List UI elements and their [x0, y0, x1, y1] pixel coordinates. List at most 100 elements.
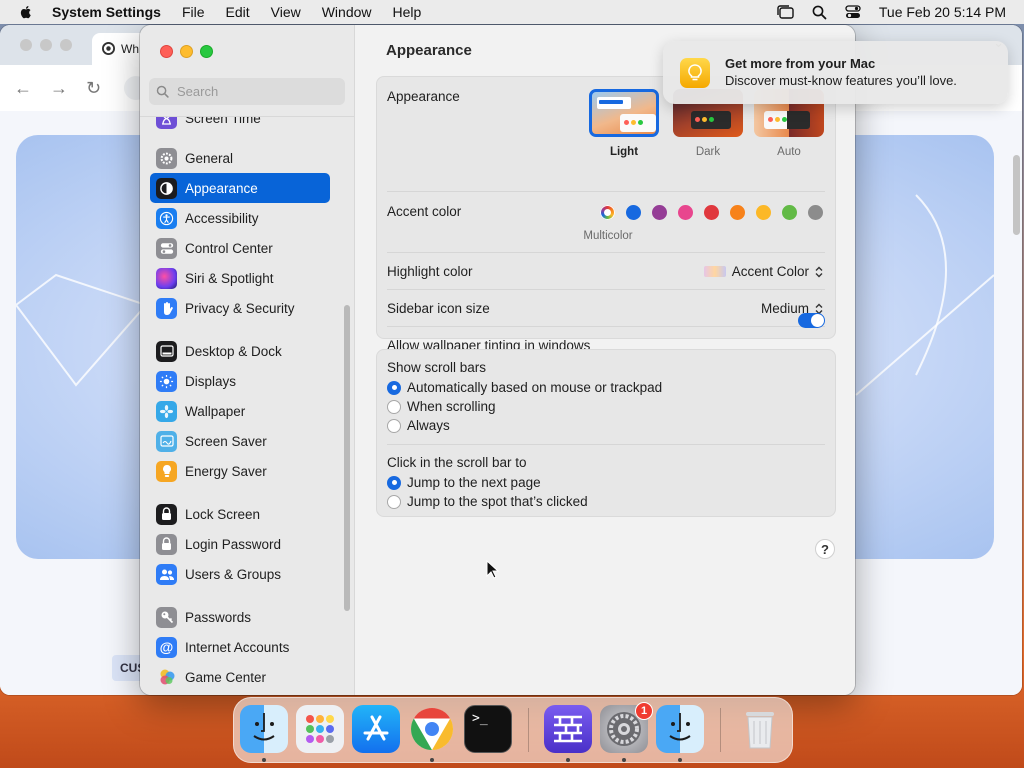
- hourglass-icon: [156, 117, 177, 129]
- browser-minimize-button[interactable]: [40, 39, 52, 51]
- accent-swatch-purple[interactable]: [652, 205, 667, 220]
- sun-icon: [156, 370, 177, 392]
- control-center-icon: [156, 237, 177, 259]
- chevron-updown-icon: [815, 266, 823, 277]
- browser-scrollbar[interactable]: [1013, 155, 1020, 235]
- sidebar-search-field[interactable]: Search: [149, 78, 345, 105]
- sidebar-item-energy-saver[interactable]: Energy Saver: [150, 456, 330, 486]
- notification-banner[interactable]: Get more from your Mac Discover must-kno…: [663, 41, 1008, 104]
- dock-chrome-icon[interactable]: [408, 705, 456, 753]
- accent-swatch-yellow[interactable]: [756, 205, 771, 220]
- sidebar-item-general[interactable]: General: [150, 143, 330, 173]
- sidebar-item-accessibility[interactable]: Accessibility: [150, 203, 330, 233]
- divider: [387, 252, 825, 253]
- dock-app-store-icon[interactable]: [352, 705, 400, 753]
- menu-help[interactable]: Help: [393, 4, 422, 20]
- forward-arrow-icon[interactable]: →: [50, 78, 68, 99]
- radio-button[interactable]: [387, 399, 401, 414]
- dock-launchpad-icon[interactable]: [296, 705, 344, 753]
- sidebar-item-privacy-security[interactable]: Privacy & Security: [150, 293, 330, 323]
- window-close-button[interactable]: [160, 45, 173, 58]
- sidebar-item-passwords[interactable]: Passwords: [150, 602, 330, 632]
- users-icon: [156, 563, 177, 585]
- menu-window[interactable]: Window: [322, 4, 372, 20]
- click-scroll-option-next-page[interactable]: Jump to the next page: [387, 475, 541, 490]
- dock-finder-icon[interactable]: [240, 705, 288, 753]
- control-center-icon[interactable]: [845, 5, 861, 19]
- divider: [387, 326, 825, 327]
- appearance-label: Appearance: [387, 89, 460, 104]
- sidebar-item-desktop-dock[interactable]: Desktop & Dock: [150, 336, 330, 366]
- sidebar-item-internet-accounts[interactable]: @ Internet Accounts: [150, 632, 330, 662]
- menu-file[interactable]: File: [182, 4, 205, 20]
- divider: [387, 191, 825, 192]
- dock-terminal-icon[interactable]: >_: [464, 705, 512, 753]
- notification-body: Discover must-know features you’ll love.: [725, 73, 957, 88]
- dock-icon: [156, 340, 177, 362]
- accent-swatch-multicolor[interactable]: [600, 205, 615, 220]
- window-zoom-button[interactable]: [200, 45, 213, 58]
- appearance-caption-auto: Auto: [777, 146, 801, 158]
- stage-manager-icon[interactable]: [776, 5, 794, 19]
- scroll-bars-option-auto[interactable]: Automatically based on mouse or trackpad: [387, 380, 662, 395]
- dock-wireshark-icon[interactable]: [544, 705, 592, 753]
- notification-title: Get more from your Mac: [725, 56, 876, 71]
- menu-clock[interactable]: Tue Feb 20 5:14 PM: [879, 4, 1006, 20]
- click-scroll-option-spot[interactable]: Jump to the spot that’s clicked: [387, 494, 588, 509]
- radio-button[interactable]: [387, 380, 401, 395]
- sidebar-item-label: Siri & Spotlight: [185, 270, 274, 286]
- dock-separator: [528, 708, 529, 752]
- sidebar-item-label: Accessibility: [185, 210, 259, 226]
- scroll-bars-option-scrolling[interactable]: When scrolling: [387, 399, 496, 414]
- sidebar-scrollbar[interactable]: [344, 305, 350, 611]
- sidebar-item-control-center[interactable]: Control Center: [150, 233, 330, 263]
- lock-icon: [156, 533, 177, 555]
- sidebar-item-screen-time[interactable]: Screen Time: [150, 117, 330, 133]
- sidebar-item-users-groups[interactable]: Users & Groups: [150, 559, 330, 589]
- scroll-bars-group: Show scroll bars Automatically based on …: [376, 349, 836, 517]
- browser-tab-title: Wh: [121, 42, 139, 56]
- dock-finder-icon[interactable]: [656, 705, 704, 753]
- spotlight-search-icon[interactable]: [812, 5, 827, 20]
- reload-icon[interactable]: ↻: [86, 78, 101, 99]
- accent-swatch-blue[interactable]: [626, 205, 641, 220]
- divider: [387, 444, 825, 445]
- menu-edit[interactable]: Edit: [226, 4, 250, 20]
- settings-content: Appearance Appearance Light Dark Auto Ac…: [356, 25, 855, 695]
- apple-menu-icon[interactable]: [18, 4, 34, 20]
- accent-swatch-green[interactable]: [782, 205, 797, 220]
- radio-button[interactable]: [387, 494, 401, 509]
- sidebar-item-game-center[interactable]: Game Center: [150, 662, 330, 692]
- sidebar-item-siri-spotlight[interactable]: Siri & Spotlight: [150, 263, 330, 293]
- sidebar-item-screen-saver[interactable]: Screen Saver: [150, 426, 330, 456]
- sidebar-item-label: Desktop & Dock: [185, 343, 282, 359]
- accent-swatch-graphite[interactable]: [808, 205, 823, 220]
- settings-sidebar: Search Screen Time General Appearance Ac…: [140, 25, 355, 695]
- accent-swatch-orange[interactable]: [730, 205, 745, 220]
- scroll-bars-option-always[interactable]: Always: [387, 418, 450, 433]
- radio-button[interactable]: [387, 418, 401, 433]
- dock-separator: [720, 708, 721, 752]
- sidebar-item-wallpaper[interactable]: Wallpaper: [150, 396, 330, 426]
- sidebar-item-label: Screen Saver: [185, 433, 267, 449]
- sidebar-item-appearance[interactable]: Appearance: [150, 173, 330, 203]
- appearance-option-light[interactable]: [589, 89, 659, 137]
- accent-swatch-pink[interactable]: [678, 205, 693, 220]
- browser-zoom-button[interactable]: [60, 39, 72, 51]
- sidebar-item-login-password[interactable]: Login Password: [150, 529, 330, 559]
- accent-swatch-red[interactable]: [704, 205, 719, 220]
- help-button[interactable]: ?: [815, 539, 835, 559]
- dock: >_ 1: [233, 697, 793, 763]
- radio-button[interactable]: [387, 475, 401, 490]
- back-arrow-icon[interactable]: ←: [14, 78, 32, 99]
- sidebar-item-displays[interactable]: Displays: [150, 366, 330, 396]
- sidebar-item-lock-screen[interactable]: Lock Screen: [150, 499, 330, 529]
- highlight-color-popup[interactable]: Accent Color: [703, 264, 823, 279]
- wallpaper-tinting-toggle[interactable]: [798, 313, 825, 328]
- sidebar-item-label: Wallpaper: [185, 403, 246, 419]
- menu-app-name[interactable]: System Settings: [52, 4, 161, 20]
- browser-close-button[interactable]: [20, 39, 32, 51]
- dock-trash-icon[interactable]: [736, 705, 784, 753]
- menu-view[interactable]: View: [271, 4, 301, 20]
- window-minimize-button[interactable]: [180, 45, 193, 58]
